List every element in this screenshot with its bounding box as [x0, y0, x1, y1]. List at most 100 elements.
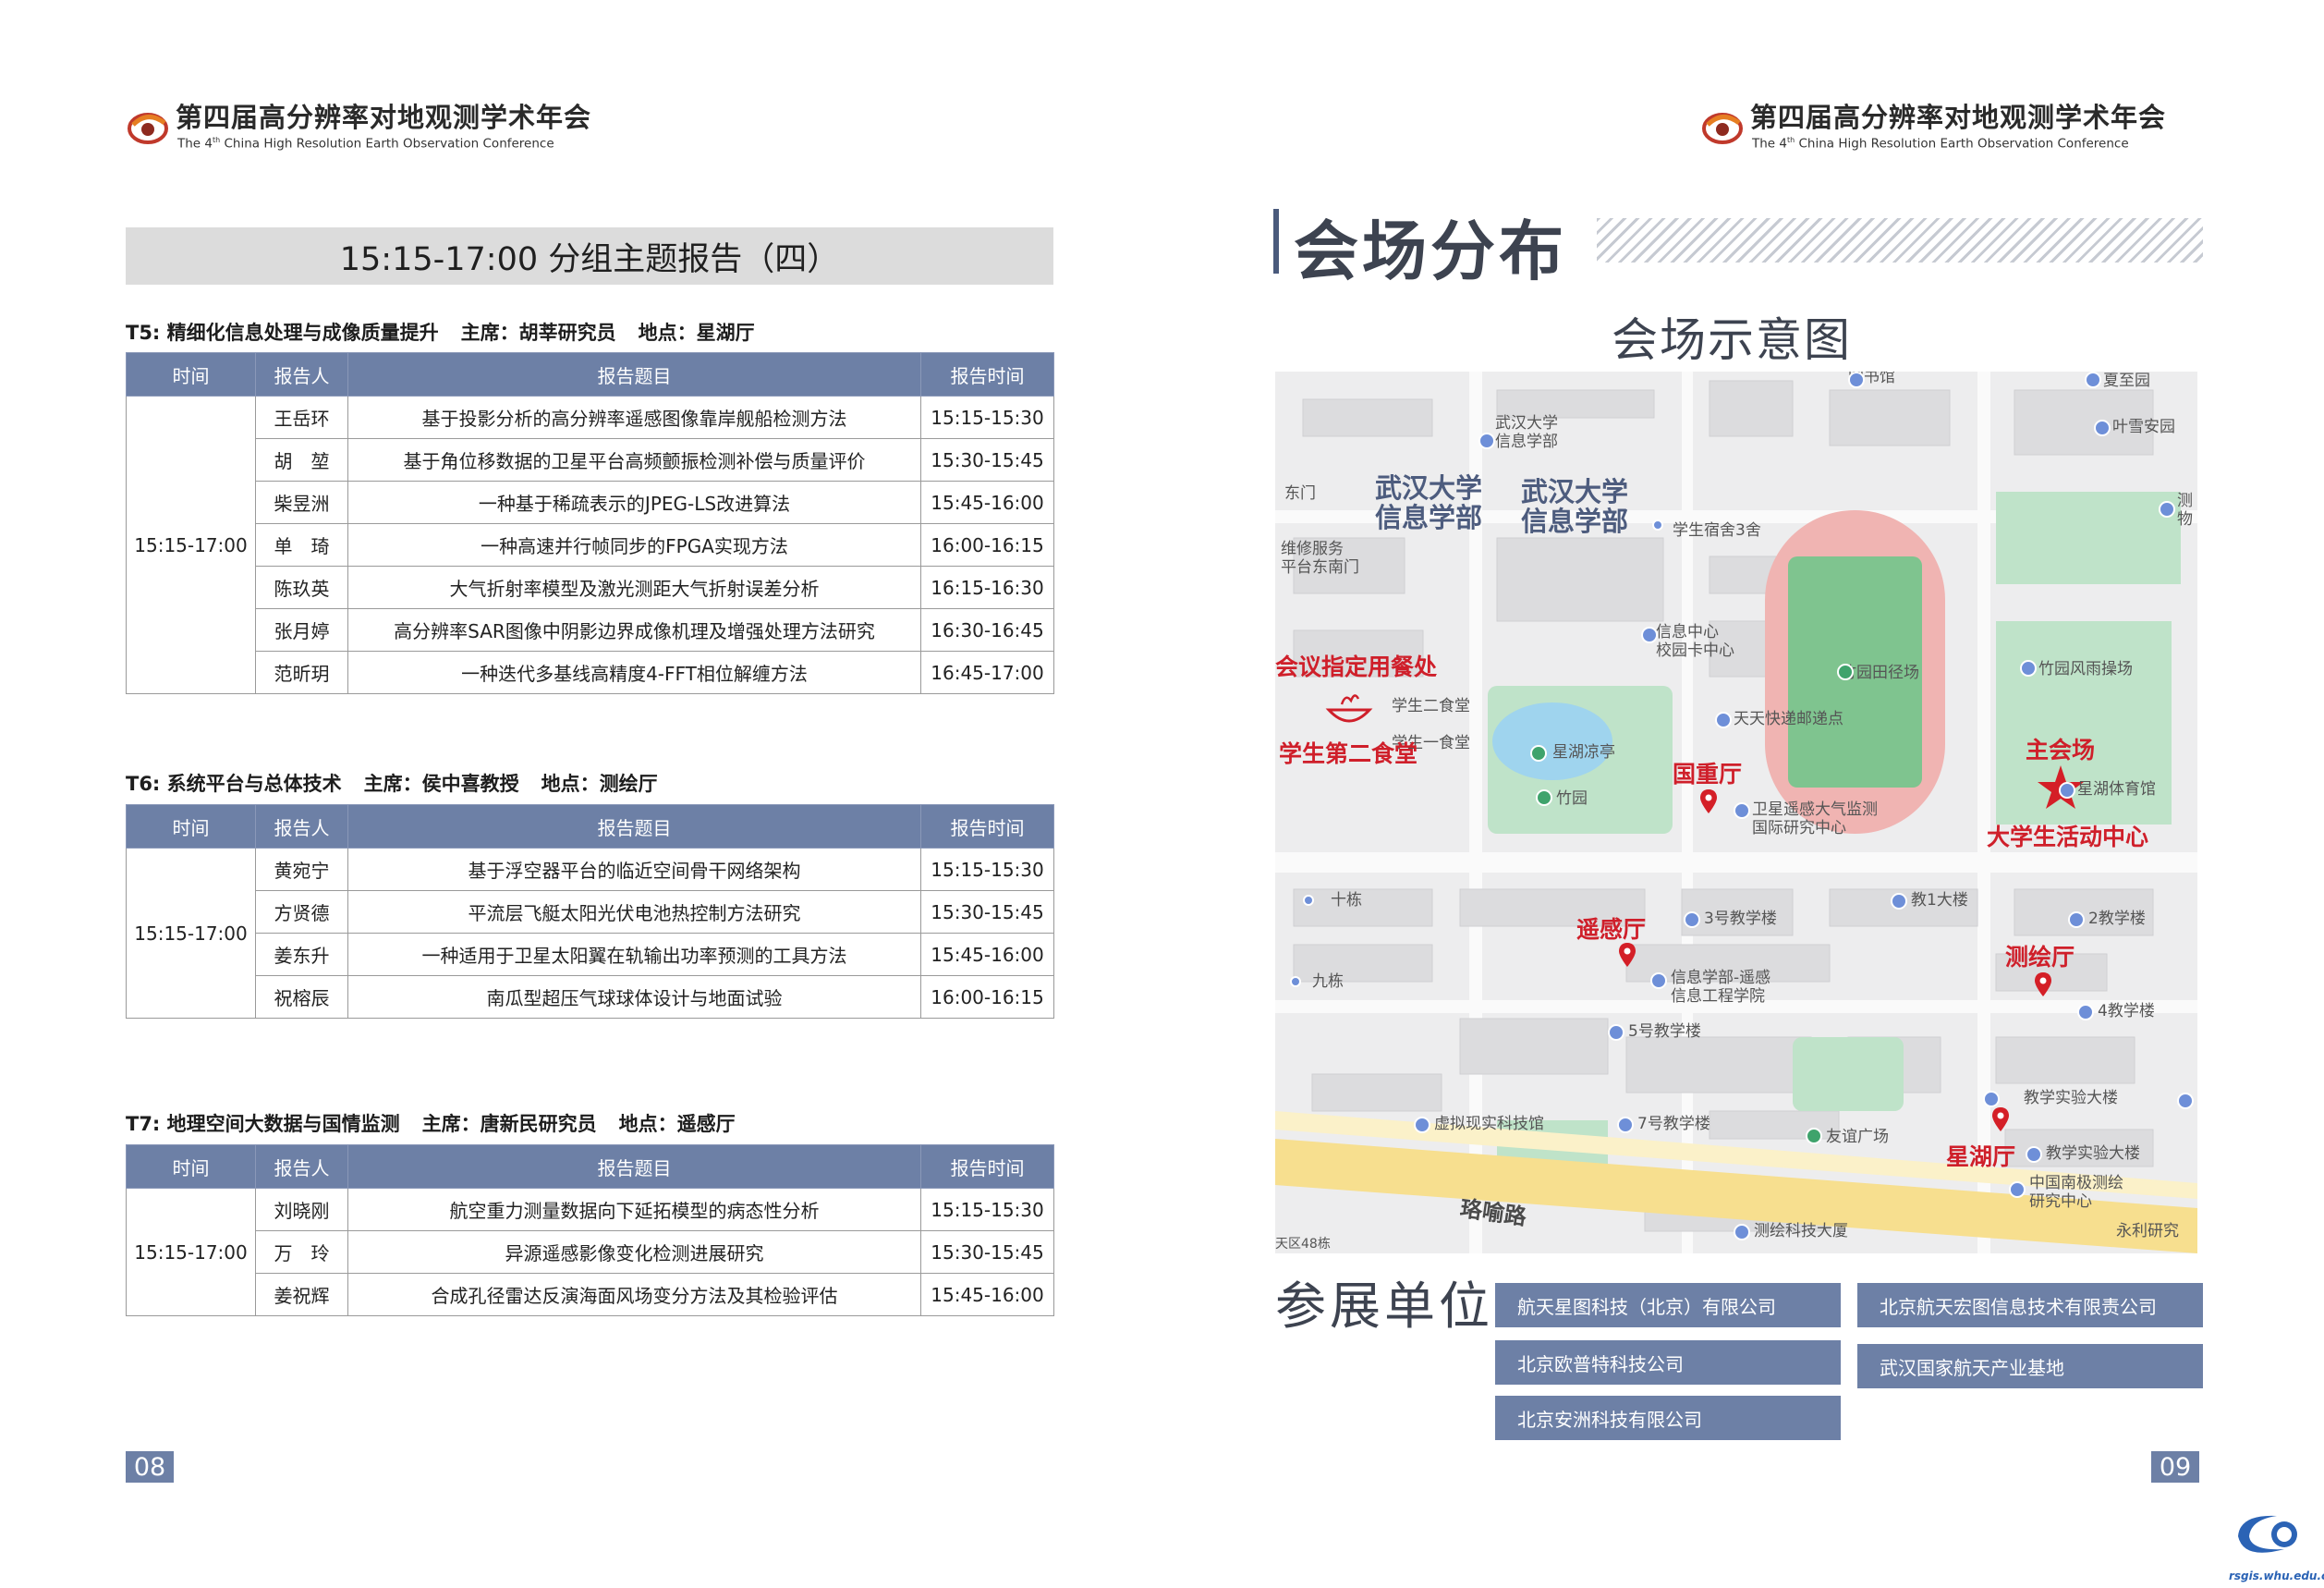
conference-logo-right: 第四届高分辨率对地观测学术年会 The 4th China High Resol…	[1700, 102, 2166, 152]
talk-topic: 一种适用于卫星太阳翼在轨输出功率预测的工具方法	[347, 933, 921, 976]
conference-logo-icon	[128, 112, 168, 144]
talk-topic: 大气折射率模型及激光测距大气折射误差分析	[347, 566, 921, 609]
speaker: 胡 堃	[255, 438, 348, 482]
location-pin-icon[interactable]	[1700, 789, 1717, 813]
map-label-canteen: 学生第二食堂	[1279, 740, 1418, 767]
dining-bowl-icon	[1325, 694, 1373, 723]
map-label: 2教学楼	[2088, 910, 2146, 928]
table-row: 单 琦一种高速并行帧同步的FPGA实现方法 16:00-16:15	[127, 523, 1054, 567]
talk-slot: 16:00-16:15	[920, 523, 1054, 567]
talk-slot: 15:15-15:30	[920, 396, 1054, 439]
section-title: 会场分布	[1294, 214, 1567, 289]
map-label: 测 物	[2177, 492, 2193, 529]
column-header: 时间	[126, 1144, 256, 1189]
talk-topic: 合成孔径雷达反演海面风场变分方法及其检验评估	[347, 1273, 921, 1316]
map-label: 学生二食堂	[1392, 697, 1470, 715]
column-header: 报告时间	[920, 804, 1054, 849]
speaker: 万 玲	[255, 1230, 348, 1274]
conference-logo-left: 第四届高分辨率对地观测学术年会 The 4th China High Resol…	[126, 102, 591, 152]
column-header: 报告题目	[347, 1144, 921, 1189]
speaker: 陈玖英	[255, 566, 348, 609]
poi-icon	[2068, 911, 2085, 928]
talk-slot: 15:30-15:45	[920, 1230, 1054, 1274]
schedule-table-t6: 时间 报告人 报告题目 报告时间 15:15-17:00 黄宛宁 基于浮空器平台的临…	[126, 804, 1054, 1019]
location-pin-icon[interactable]	[2035, 972, 2051, 996]
talk-topic: 一种基于稀疏表示的JPEG-LS改进算法	[347, 481, 921, 524]
column-header: 报告时间	[920, 1144, 1054, 1189]
session-title: 15:15-17:00 分组主题报告（四）	[126, 227, 1053, 285]
location-pin-icon[interactable]	[1992, 1107, 2009, 1131]
speaker: 祝榕辰	[255, 975, 348, 1019]
table-row: 陈玖英 大气折射率模型及激光测距大气折射误差分析 16:15-16:30	[127, 566, 1054, 609]
site-url: rsgis.whu.edu.cn	[2229, 1570, 2324, 1582]
talk-slot: 15:30-15:45	[920, 438, 1054, 482]
map-label: 叶雪安园	[2112, 418, 2175, 436]
poi-icon	[2077, 1004, 2094, 1020]
speaker: 张月婷	[255, 608, 348, 652]
schedule-table-t7: 时间 报告人 报告题目 报告时间 15:15-17:00 刘晓刚 航空重力测量数据向…	[126, 1144, 1054, 1316]
column-header: 报告题目	[347, 352, 921, 397]
talk-topic: 基于角位移数据的卫星平台高频颤振检测补偿与质量评价	[347, 438, 921, 482]
talk-topic: 平流层飞艇太阳光伏电池热控制方法研究	[347, 890, 921, 934]
page-number-left: 08	[126, 1451, 174, 1483]
map-label: 天天快递邮递点	[1734, 710, 1843, 728]
park-icon	[1837, 664, 1854, 680]
map-label: 夏至园	[2103, 372, 2150, 390]
poi-icon	[1617, 1117, 1634, 1133]
exhibitors-title: 参展单位	[1275, 1277, 1494, 1336]
speaker: 方贤德	[255, 890, 348, 934]
map-label: 维修服务 平台东南门	[1281, 540, 1359, 577]
poi-icon	[1303, 895, 1314, 906]
speaker: 黄宛宁	[255, 848, 348, 891]
map-label-cehui-hall: 测绘厅	[2005, 944, 2075, 971]
poi-icon	[1608, 1024, 1624, 1041]
exhibitor-item: 武汉国家航天产业基地	[1857, 1344, 2203, 1388]
talk-slot: 15:45-16:00	[920, 933, 1054, 976]
decorative-hatch	[1597, 218, 2203, 263]
exhibitor-item: 北京安洲科技有限公司	[1495, 1396, 1841, 1440]
table-row: 祝榕辰 南瓜型超压气球球体设计与地面试验 16:00-16:15	[127, 975, 1054, 1019]
map-label-activity-center: 大学生活动中心	[1987, 824, 2149, 850]
site-logo: rsgis.whu.edu.cn	[2229, 1509, 2324, 1582]
exhibitor-item: 北京欧普特科技公司	[1495, 1340, 1841, 1385]
poi-icon	[1734, 802, 1750, 819]
venue-map[interactable]: 武汉大学 信息学部 武汉大学 信息学部 图书馆 夏至园 武汉大学 信息学部 叶雪…	[1275, 372, 2197, 1253]
map-label: 星湖凉亭	[1552, 743, 1615, 762]
map-label: 学生宿舍3舍	[1673, 521, 1761, 540]
talk-topic: 航空重力测量数据向下延拓模型的病态性分析	[347, 1188, 921, 1231]
conference-title-zh: 第四届高分辨率对地观测学术年会	[1750, 102, 2167, 133]
conference-title-zh: 第四届高分辨率对地观测学术年会	[176, 102, 592, 133]
map-label: 5号教学楼	[1628, 1022, 1701, 1041]
poi-icon	[1414, 1117, 1430, 1133]
park-icon	[1536, 789, 1552, 806]
map-label: 天区48栋	[1275, 1237, 1331, 1252]
table-header: 时间 报告人 报告题目 报告时间	[126, 1144, 1054, 1189]
speaker: 姜东升	[255, 933, 348, 976]
location-pin-icon[interactable]	[1619, 943, 1636, 967]
park-icon	[1530, 745, 1547, 762]
poi-icon	[2026, 1146, 2042, 1163]
map-label: 4教学楼	[2098, 1002, 2155, 1020]
poi-icon	[1641, 627, 1658, 643]
speaker: 王岳环	[255, 396, 348, 439]
map-label: 竹园风雨操场	[2038, 660, 2133, 678]
table-row: 柴昱洲 一种基于稀疏表示的JPEG-LS改进算法 15:45-16:00	[127, 481, 1054, 524]
poi-icon	[1983, 1091, 2000, 1107]
poi-icon	[2094, 420, 2111, 436]
schedule-table-t5: 时间 报告人 报告题目 报告时间 15:15-17:00 王岳环 基于投影分析的高分…	[126, 352, 1054, 694]
talk-topic: 异源遥感影像变化检测进展研究	[347, 1230, 921, 1274]
speaker: 范昕玥	[255, 651, 348, 694]
site-logo-icon	[2238, 1515, 2297, 1553]
table-row: 姜祝辉 合成孔径雷达反演海面风场变分方法及其检验评估 15:45-16:00	[127, 1273, 1054, 1316]
column-header: 时间	[126, 352, 256, 397]
map-label: 武汉大学 信息学部	[1495, 414, 1558, 451]
table-header: 时间 报告人 报告题目 报告时间	[126, 352, 1054, 397]
column-header: 报告人	[255, 1144, 348, 1189]
poi-icon	[1650, 972, 1667, 989]
map-label-whu-info-1: 武汉大学 信息学部	[1375, 472, 1483, 533]
poi-icon	[2020, 660, 2037, 677]
map-label-guozhong-hall: 国重厅	[1673, 761, 1743, 788]
poi-icon	[1290, 976, 1301, 987]
map-label: 虚拟现实科技馆	[1434, 1115, 1544, 1133]
poi-icon	[1684, 911, 1700, 928]
